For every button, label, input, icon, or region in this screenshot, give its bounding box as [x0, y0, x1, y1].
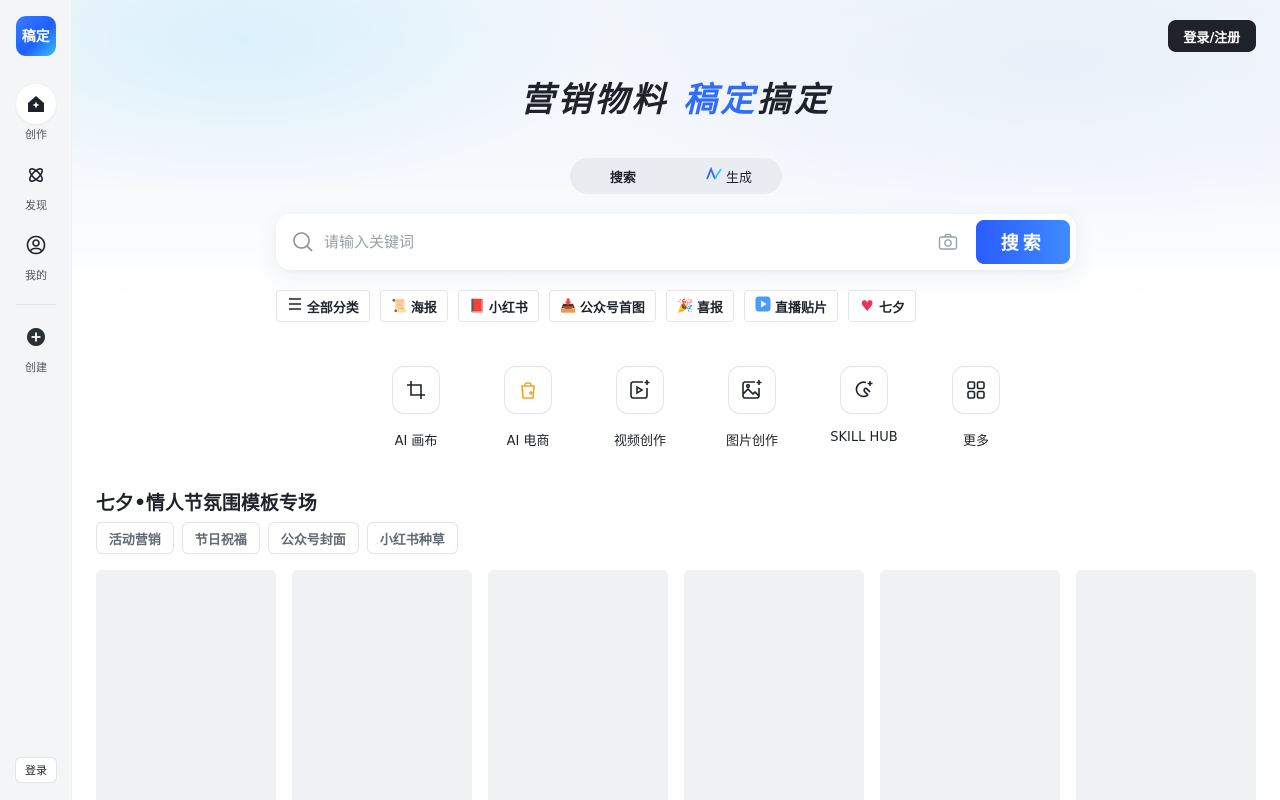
tool-video-creation[interactable]: 视频创作: [584, 366, 696, 449]
sidebar-item-create[interactable]: 创作: [0, 84, 72, 144]
hero-title-accent: 稿定: [683, 80, 758, 120]
template-card[interactable]: [96, 570, 276, 800]
tab-search[interactable]: 搜索: [570, 158, 676, 194]
video-sparkle-icon: [616, 366, 664, 414]
tool-shortcuts: AI 画布 AI 电商 视频创作 图片创作 SKILL HUB 更多: [360, 366, 1032, 449]
sidebar-item-label: 发现: [25, 199, 47, 212]
template-card[interactable]: [292, 570, 472, 800]
tool-label: AI 画布: [394, 434, 438, 449]
hero-title: 营销物料 稿定搞定: [72, 72, 1280, 121]
user-icon: [16, 225, 56, 265]
notebook-icon: 📕: [469, 298, 486, 314]
template-cards: [96, 570, 1256, 800]
chip-qixi[interactable]: ♥ 七夕: [848, 290, 917, 322]
sidebar-item-label: 我的: [25, 269, 47, 282]
sidebar-login-button[interactable]: 登录: [15, 757, 57, 783]
play-button-icon: [755, 296, 771, 316]
tool-ai-ecommerce[interactable]: AI 电商: [472, 366, 584, 449]
sidebar-item-label: 创作: [25, 128, 47, 141]
tool-label: 图片创作: [725, 434, 778, 449]
chip-wechat-cover[interactable]: 📥 公众号首图: [549, 290, 657, 322]
hero-title-part1: 营销物料: [520, 80, 684, 120]
heart-icon: ♥: [860, 297, 874, 315]
chip-xiaohongshu[interactable]: 📕 小红书: [458, 290, 540, 322]
chip-all-categories[interactable]: 全部分类: [276, 290, 371, 322]
shopping-bag-icon: [504, 366, 552, 414]
tool-skill-hub[interactable]: SKILL HUB: [808, 366, 920, 449]
tag-activity-marketing[interactable]: 活动营销: [96, 522, 175, 554]
image-sparkle-icon: [728, 366, 776, 414]
inbox-icon: 📥: [560, 298, 577, 314]
tag-xiaohongshu-seeding[interactable]: 小红书种草: [367, 522, 459, 554]
search-input[interactable]: [324, 226, 924, 258]
crop-frame-icon: [392, 366, 440, 414]
scroll-icon: 📜: [391, 298, 408, 314]
section-tags: 活动营销 节日祝福 公众号封面 小红书种草: [96, 522, 459, 554]
tab-search-label: 搜索: [609, 170, 636, 186]
chip-good-news[interactable]: 🎉 喜报: [666, 290, 735, 322]
section-title: 七夕•情人节氛围模板专场: [96, 492, 318, 514]
search-button[interactable]: 搜索: [976, 220, 1070, 264]
tag-holiday-greetings[interactable]: 节日祝福: [182, 522, 261, 554]
chip-label: 全部分类: [307, 300, 360, 316]
chip-poster[interactable]: 📜 海报: [380, 290, 449, 322]
tab-generate[interactable]: 生成: [676, 158, 782, 194]
tag-wechat-cover[interactable]: 公众号封面: [268, 522, 360, 554]
tool-label: SKILL HUB: [830, 430, 898, 445]
tool-label: AI 电商: [506, 434, 550, 449]
template-card[interactable]: [684, 570, 864, 800]
skill-sparkle-icon: [840, 366, 888, 414]
chip-live-overlay[interactable]: 直播贴片: [744, 290, 839, 322]
sidebar-item-new[interactable]: 创建: [0, 317, 72, 377]
home-icon: [16, 84, 56, 124]
chip-label: 公众号首图: [580, 300, 646, 316]
ai-sparkle-icon: [706, 166, 722, 185]
logo[interactable]: 稿定: [16, 16, 56, 56]
grid-icon: [952, 366, 1000, 414]
chip-label: 小红书: [489, 300, 529, 316]
orbit-icon: [16, 155, 56, 195]
tab-generate-label: 生成: [725, 170, 752, 186]
party-popper-icon: 🎉: [677, 298, 694, 314]
plus-circle-icon: [16, 317, 56, 357]
sidebar: 稿定 创作 发现 我的 创建 登录: [0, 0, 72, 800]
chip-label: 直播贴片: [775, 300, 828, 316]
menu-icon: [287, 297, 303, 315]
tool-ai-canvas[interactable]: AI 画布: [360, 366, 472, 449]
sidebar-item-mine[interactable]: 我的: [0, 225, 72, 285]
chip-label: 七夕: [879, 300, 906, 316]
sidebar-item-label: 创建: [25, 361, 47, 374]
template-card[interactable]: [880, 570, 1060, 800]
sidebar-divider: [16, 304, 56, 305]
chip-label: 喜报: [697, 300, 724, 316]
template-card[interactable]: [1076, 570, 1256, 800]
tool-image-creation[interactable]: 图片创作: [696, 366, 808, 449]
camera-icon[interactable]: [938, 233, 958, 255]
sidebar-item-discover[interactable]: 发现: [0, 155, 72, 215]
tool-label: 视频创作: [613, 434, 666, 449]
search-box: 搜索: [276, 214, 1076, 270]
mode-toggle: 搜索 生成: [570, 158, 782, 194]
search-icon: [292, 231, 314, 257]
main-content: 登录/注册 营销物料 稿定搞定 搜索 生成 搜索 全部分类: [72, 0, 1280, 800]
chip-label: 海报: [411, 300, 438, 316]
tool-label: 更多: [962, 434, 989, 449]
tool-more[interactable]: 更多: [920, 366, 1032, 449]
hero-title-part2: 搞定: [757, 80, 832, 120]
template-card[interactable]: [488, 570, 668, 800]
login-register-button[interactable]: 登录/注册: [1168, 20, 1256, 52]
category-chips: 全部分类 📜 海报 📕 小红书 📥 公众号首图 🎉 喜报 直播贴片 ♥ 七夕: [276, 290, 917, 322]
